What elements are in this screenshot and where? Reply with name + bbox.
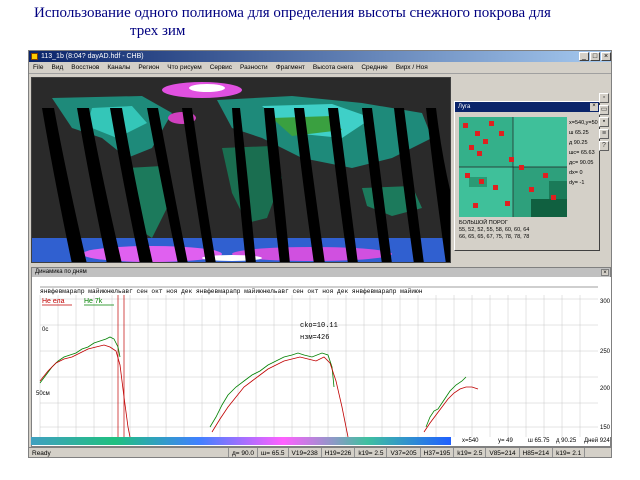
menu-service[interactable]: Сервис <box>206 62 236 73</box>
status-lat: ш= 65.5 <box>258 448 289 457</box>
luga-title: Луга <box>458 104 471 110</box>
dynamics-titlebar[interactable]: Динамика по дням × <box>32 268 610 277</box>
color-scale-strip <box>31 437 451 445</box>
luga-param-lat: ш 65.25 <box>569 130 589 136</box>
status-v37: V37=205 <box>387 448 421 457</box>
minimize-button[interactable]: _ <box>579 52 589 61</box>
months-axis-label: янвфевмарапр майиюнюльавг сен окт ноя де… <box>40 288 423 295</box>
open-folder-icon[interactable]: ▭ <box>599 105 609 115</box>
world-map-image <box>32 78 450 262</box>
luga-close-button[interactable]: × <box>590 103 598 111</box>
status-h85: H85=214 <box>520 448 554 457</box>
menu-file[interactable]: File <box>29 62 47 73</box>
help-icon[interactable]: ? <box>599 141 609 151</box>
menu-restore[interactable]: Восстнов <box>67 62 103 73</box>
dynamics-close-button[interactable]: × <box>601 269 609 276</box>
status-h37: H37=195 <box>421 448 455 457</box>
menu-extra[interactable]: Вирх / Ноя <box>392 62 432 73</box>
menu-bar: File Вид Восстнов Каналы Регион Что рису… <box>29 62 611 74</box>
status-ready: Ready <box>29 448 229 457</box>
readout-x: x=540 <box>462 438 479 444</box>
world-map-view[interactable] <box>31 77 451 263</box>
threshold-label: БОЛЬШОЙ ПОРОГ <box>459 220 508 226</box>
nzm-value: нзм=426 <box>300 334 329 342</box>
readout-days: Дней 924 <box>584 438 610 444</box>
y-right-tick-150: 150 <box>600 425 611 431</box>
status-h19: H19=226 <box>322 448 356 457</box>
luga-params: x=540,y=50 ш 65.25 д 90.25 шс= 65.63 дс=… <box>569 118 598 188</box>
readout-y: y= 49 <box>498 438 513 444</box>
status-v19: V19=238 <box>289 448 322 457</box>
slide-title-line1: Использование одного полинома для опреде… <box>34 5 551 21</box>
y-right-tick-300: 300 <box>600 299 611 305</box>
dynamics-title: Динамика по дням <box>35 269 87 275</box>
status-k19-a: k19= 2.5 <box>355 448 388 457</box>
dynamics-chart: янвфевмарапр майиюнюльавг сен окт ноя де… <box>32 277 611 437</box>
luga-param-xy: x=540,y=50 <box>569 120 598 126</box>
right-toolbar: ▫ ▭ ▪ ≡ ? <box>599 93 609 151</box>
menu-view[interactable]: Вид <box>47 62 67 73</box>
save-icon[interactable]: ▪ <box>599 117 609 127</box>
status-lon: д= 90.0 <box>229 448 259 457</box>
menu-fragment[interactable]: Фрагмент <box>272 62 309 73</box>
status-k19-c: k19= 2.1 <box>553 448 586 457</box>
y-left-top-label: 0c <box>42 327 48 333</box>
menu-region[interactable]: Регион <box>134 62 163 73</box>
window-titlebar[interactable]: 113_1b (8:04? dayAD.hdf - CHB) _ □ × <box>29 51 611 62</box>
luga-param-lat-c: шс= 65.63 <box>569 150 595 156</box>
legend-ne-7k: Не 7k <box>84 298 103 305</box>
slide-title-line2: трех зим <box>130 23 186 39</box>
new-file-icon[interactable]: ▫ <box>599 93 609 103</box>
luga-param-lon-c: дс= 90.05 <box>569 160 594 166</box>
luga-titlebar[interactable]: Луга × <box>455 102 599 112</box>
dynamics-panel: Динамика по дням × янвфевмарапр майиюнюл… <box>31 267 611 447</box>
readout-lon: д 90.25 <box>556 438 577 444</box>
menu-averages[interactable]: Средние <box>357 62 391 73</box>
luga-threshold: БОЛЬШОЙ ПОРОГ 55, 52, 52, 55, 58, 60, 60… <box>459 220 529 241</box>
legend-ne-ela: Не ела <box>42 298 65 305</box>
close-button[interactable]: × <box>601 52 611 61</box>
y-left-bottom-label: 50см <box>36 391 50 397</box>
app-icon <box>31 53 38 60</box>
status-bar: Ready д= 90.0 ш= 65.5 V19=238 H19=226 k1… <box>29 447 611 457</box>
status-v85: V85=214 <box>486 448 520 457</box>
menu-snow-height[interactable]: Высота снега <box>309 62 357 73</box>
y-right-tick-200: 200 <box>600 386 611 392</box>
maximize-button[interactable]: □ <box>590 52 600 61</box>
cko-value: cko=10.11 <box>300 322 338 330</box>
menu-draw[interactable]: Что рисуем <box>163 62 205 73</box>
threshold-row-1: 55, 52, 52, 55, 58, 60, 60, 64 <box>459 227 530 233</box>
menu-differences[interactable]: Разности <box>236 62 272 73</box>
print-icon[interactable]: ≡ <box>599 129 609 139</box>
luga-param-lon: д 90.25 <box>569 140 588 146</box>
y-right-tick-250: 250 <box>600 349 611 355</box>
menu-channels[interactable]: Каналы <box>103 62 134 73</box>
status-k19-b: k19= 2.5 <box>454 448 487 457</box>
readout-lat: ш 65.75 <box>528 438 550 444</box>
app-window: 113_1b (8:04? dayAD.hdf - CHB) _ □ × Fil… <box>28 50 612 458</box>
slide-title: Использование одного полинома для опреде… <box>0 4 640 40</box>
luga-panel: Луга × x=540,y=50 ш 65.25 д 90.25 шс= 65… <box>454 101 600 251</box>
threshold-row-2: 66, 65, 65, 67, 75, 78, 78, 78 <box>459 234 530 240</box>
window-title: 113_1b (8:04? dayAD.hdf - CHB) <box>41 53 144 60</box>
luga-param-dx: dx= 0 <box>569 170 583 176</box>
luga-param-dy: dy= -1 <box>569 180 585 186</box>
luga-pixel-grid[interactable] <box>459 117 567 217</box>
